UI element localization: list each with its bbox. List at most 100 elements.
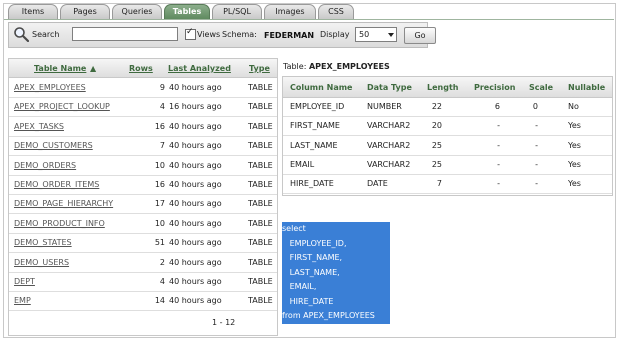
tab-items[interactable]: Items (8, 4, 58, 19)
column-data-type: DATE (367, 179, 388, 189)
column-precision: - (497, 121, 500, 131)
tab-queries[interactable]: Queries (112, 4, 162, 19)
generated-sql[interactable]: select EMPLOYEE_ID, FIRST_NAME, LAST_NAM… (282, 222, 390, 324)
sql-line: EMPLOYEE_ID, (282, 238, 347, 248)
views-checkbox[interactable] (185, 27, 196, 40)
table-row[interactable]: DEMO_PRODUCT_INFO 10 40 hours ago TABLE (9, 214, 277, 234)
header-data-type: Data Type (367, 83, 412, 92)
detail-title-label: Table: (283, 62, 307, 71)
table-name-link[interactable]: DEMO_USERS (14, 258, 69, 267)
table-row[interactable]: DEMO_PAGE_HIERARCHY 17 40 hours ago TABLE (9, 194, 277, 215)
table-name-link[interactable]: EMP (14, 296, 31, 305)
table-name-link[interactable]: DEPT (14, 277, 35, 286)
row-count: 16 (154, 180, 165, 189)
table-name-link[interactable]: APEX_EMPLOYEES (14, 83, 86, 92)
table-row[interactable]: EMP 14 40 hours ago TABLE (9, 291, 277, 312)
sql-line: select (282, 224, 306, 233)
column-scale: - (535, 140, 538, 150)
table-row[interactable]: APEX_EMPLOYEES 9 40 hours ago TABLE (9, 78, 277, 98)
tab-images[interactable]: Images (264, 4, 316, 19)
column-scale: - (535, 121, 538, 131)
tab-plsql[interactable]: PL/SQL (212, 4, 262, 19)
row-count: 2 (159, 257, 165, 267)
tab-underline (4, 19, 614, 20)
sql-line: HIRE_DATE (282, 296, 334, 306)
column-row: EMPLOYEE_ID NUMBER 22 6 0 No (283, 97, 612, 117)
column-precision: - (497, 159, 500, 169)
table-name-link[interactable]: DEMO_ORDERS (14, 161, 76, 170)
table-row[interactable]: APEX_PROJECT_LOOKUP 4 16 hours ago TABLE (9, 97, 277, 118)
column-nullable: Yes (568, 121, 581, 131)
column-data-type: VARCHAR2 (367, 159, 411, 169)
table-name-link[interactable]: APEX_PROJECT_LOOKUP (14, 102, 110, 111)
tab-pages[interactable]: Pages (60, 4, 110, 19)
last-analyzed: 40 hours ago (169, 277, 222, 286)
object-type: TABLE (248, 83, 273, 92)
table-row[interactable]: DEMO_ORDERS 10 40 hours ago TABLE (9, 156, 277, 176)
table-row[interactable]: DEMO_USERS 2 40 hours ago TABLE (9, 253, 277, 273)
last-analyzed: 16 hours ago (169, 102, 222, 112)
header-last-analyzed[interactable]: Last Analyzed (168, 64, 231, 73)
table-row[interactable]: DEMO_ORDER_ITEMS 16 40 hours ago TABLE (9, 175, 277, 195)
column-nullable: No (568, 102, 579, 111)
sql-line: from APEX_EMPLOYEES (282, 311, 375, 320)
column-nullable: Yes (568, 179, 581, 189)
object-type: TABLE (248, 238, 273, 248)
object-type: TABLE (248, 199, 273, 209)
header-type[interactable]: Type (249, 64, 270, 73)
column-data-type: VARCHAR2 (367, 121, 411, 131)
object-type: TABLE (248, 180, 273, 189)
column-precision: - (497, 140, 500, 150)
column-length: 25 (431, 140, 442, 150)
object-type: TABLE (248, 257, 273, 267)
sql-line: EMAIL, (282, 282, 317, 291)
detail-title: Table: APEX_EMPLOYEES (283, 62, 390, 71)
row-count: 51 (154, 238, 165, 248)
table-name-link[interactable]: DEMO_ORDER_ITEMS (14, 180, 99, 189)
column-name: FIRST_NAME (290, 121, 340, 131)
row-count: 10 (154, 218, 165, 228)
column-row: FIRST_NAME VARCHAR2 20 - - Yes (283, 116, 612, 137)
column-name: LAST_NAME (290, 140, 338, 150)
header-table-name[interactable]: Table Name (34, 64, 86, 73)
column-row: LAST_NAME VARCHAR2 25 - - Yes (283, 136, 612, 156)
table-row[interactable]: DEMO_STATES 51 40 hours ago TABLE (9, 233, 277, 254)
views-label: Views (197, 30, 221, 39)
tab-tables[interactable]: Tables (164, 4, 210, 19)
table-name-link[interactable]: APEX_TASKS (14, 122, 64, 131)
table-row[interactable]: DEPT 4 40 hours ago TABLE (9, 272, 277, 292)
row-count: 14 (154, 296, 165, 306)
table-name-link[interactable]: DEMO_PAGE_HIERARCHY (14, 199, 113, 208)
search-icon (14, 27, 29, 42)
column-precision: 6 (494, 102, 500, 111)
last-analyzed: 40 hours ago (169, 83, 222, 92)
column-name: EMAIL (290, 159, 315, 169)
go-button[interactable]: Go (404, 27, 436, 44)
header-rows[interactable]: Rows (129, 64, 153, 73)
search-input[interactable] (72, 27, 178, 41)
column-scale: 0 (532, 102, 538, 111)
column-scale: - (535, 179, 538, 189)
table-row[interactable]: DEMO_CUSTOMERS 7 40 hours ago TABLE (9, 136, 277, 157)
object-type: TABLE (248, 160, 273, 170)
table-name-link[interactable]: DEMO_CUSTOMERS (14, 141, 93, 150)
table-name-link[interactable]: DEMO_PRODUCT_INFO (14, 219, 105, 228)
tables-list-footer: 1 - 12 (9, 311, 277, 333)
last-analyzed: 40 hours ago (169, 218, 222, 228)
tab-css[interactable]: CSS (318, 4, 354, 19)
table-name-link[interactable]: DEMO_STATES (14, 238, 72, 247)
column-length: 22 (431, 102, 442, 111)
column-data-type: VARCHAR2 (367, 140, 411, 150)
object-type: TABLE (248, 218, 273, 228)
header-length: Length (427, 83, 459, 92)
row-count: 10 (154, 160, 165, 170)
table-row[interactable]: APEX_TASKS 16 40 hours ago TABLE (9, 117, 277, 137)
object-type: TABLE (248, 296, 273, 306)
column-precision: - (497, 179, 500, 189)
search-label: Search (32, 30, 60, 39)
object-type: TABLE (248, 277, 273, 286)
column-length: 25 (431, 159, 442, 169)
display-select[interactable]: 50 (355, 27, 397, 42)
last-analyzed: 40 hours ago (169, 160, 222, 170)
display-select-value: 50 (359, 30, 370, 39)
